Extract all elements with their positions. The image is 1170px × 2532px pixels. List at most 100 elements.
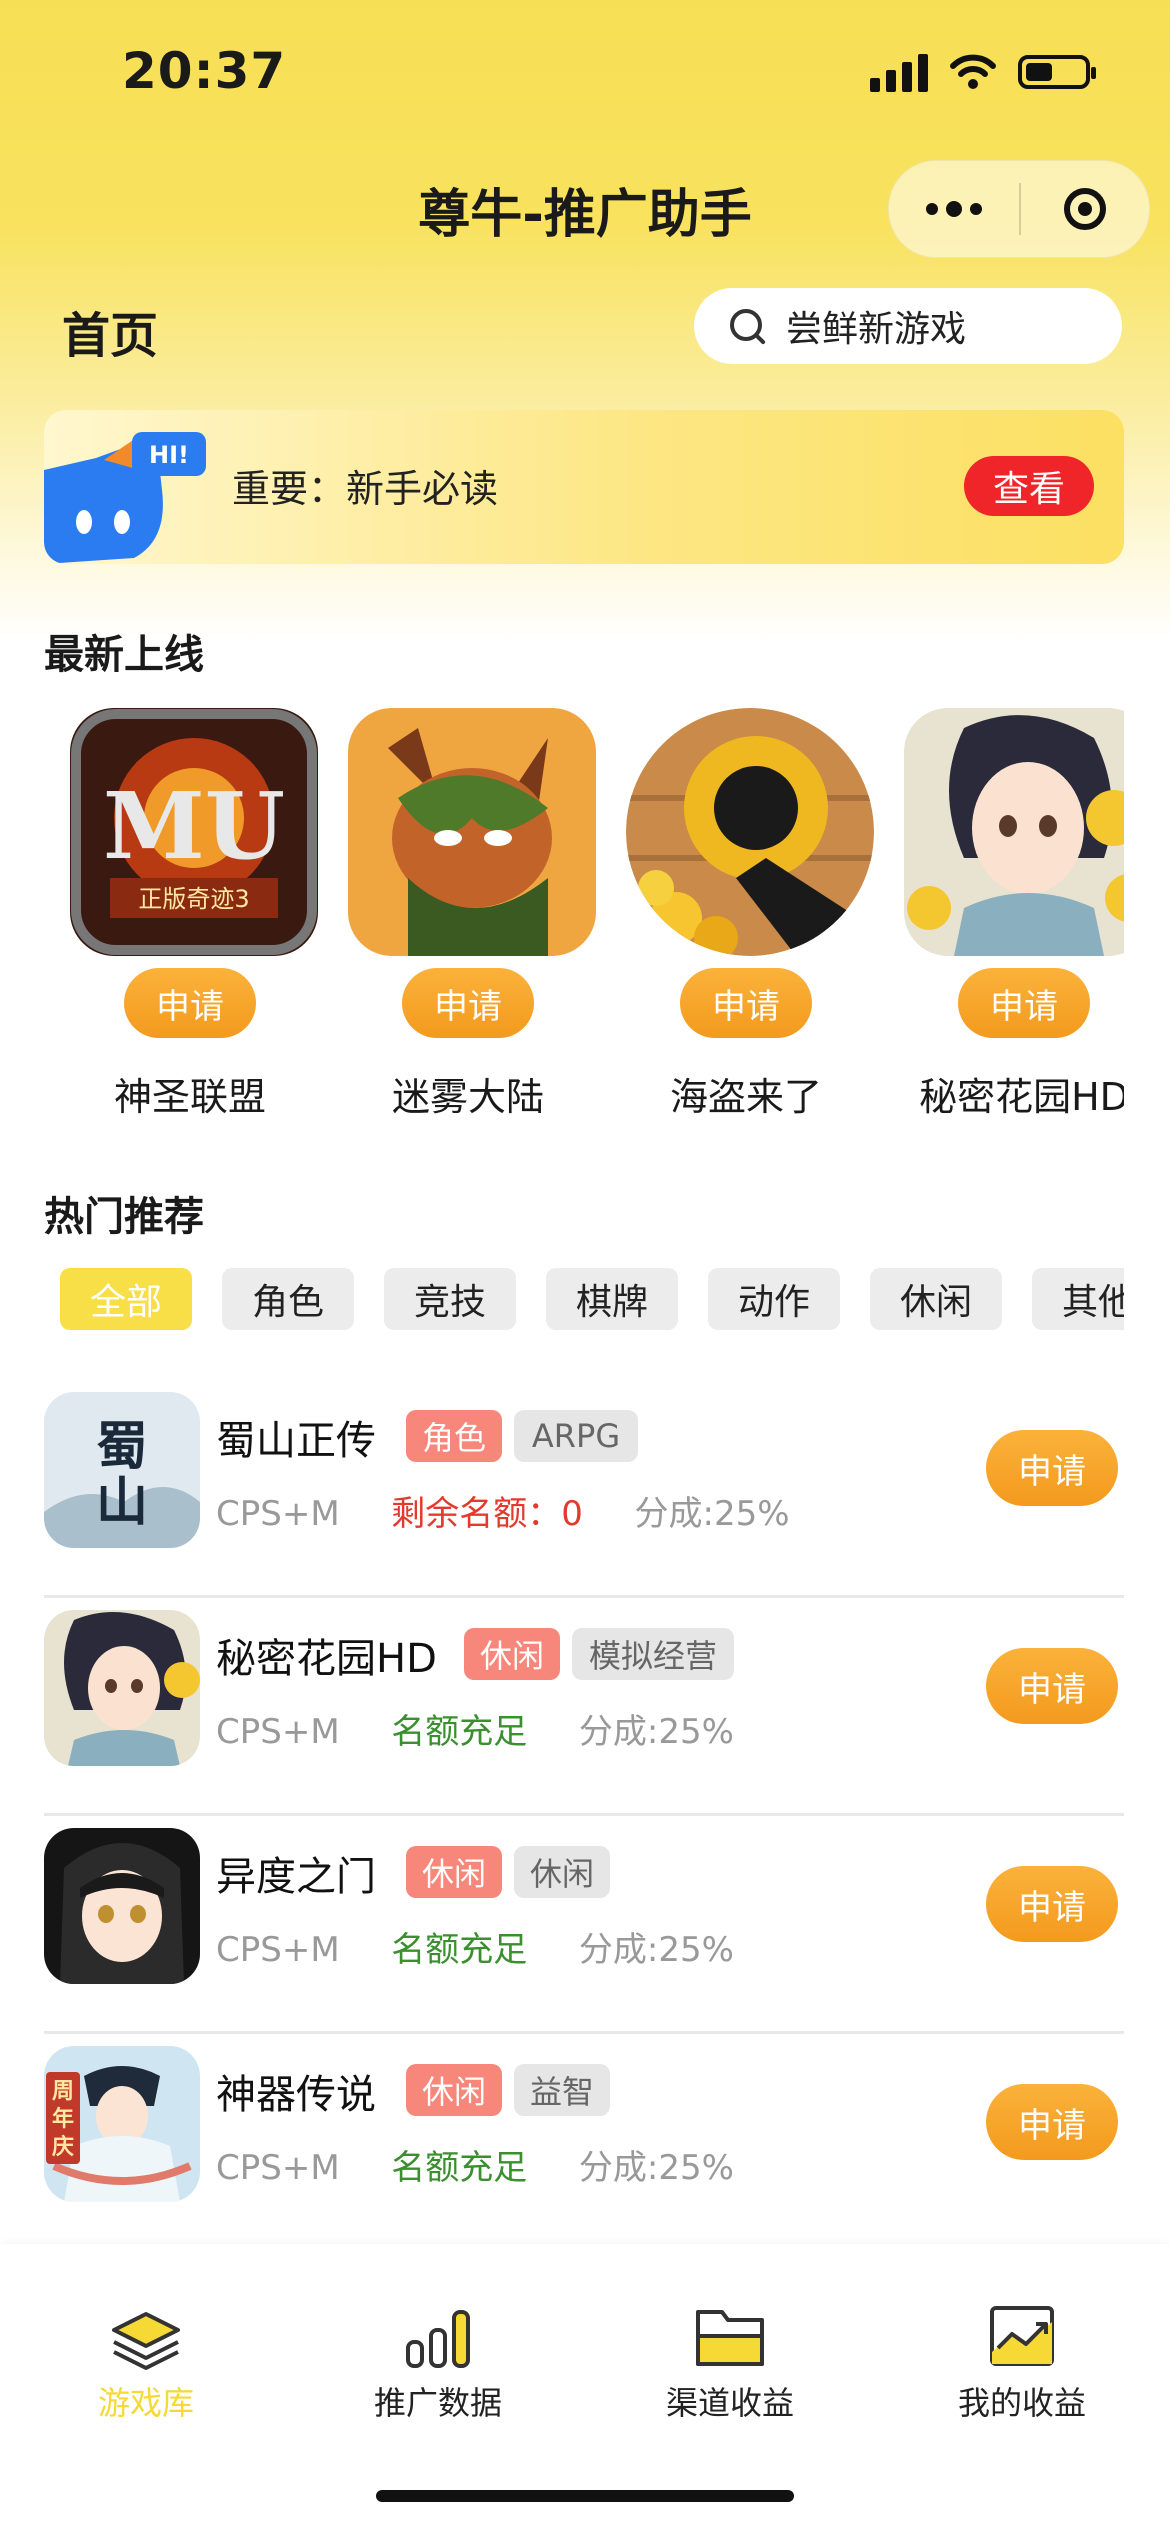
share-text: 分成:25% (578, 1712, 734, 1752)
category-tab-all[interactable]: 全部 (60, 1268, 192, 1330)
game-meta: CPS+M 名额充足 分成:25% (216, 1922, 734, 1971)
tab-label: 游戏库 (97, 2384, 194, 2422)
search-icon (730, 309, 764, 343)
garden-girl-icon (904, 708, 1124, 956)
quota-text: 名额充足 (391, 1712, 528, 1752)
game-name: 蜀山正传 (216, 1418, 376, 1464)
home-indicator[interactable] (376, 2490, 794, 2502)
view-notice-button[interactable]: 查看 (964, 456, 1094, 516)
battery-icon (1018, 55, 1096, 89)
game-row[interactable]: 蜀 山 蜀山正传 角色 ARPG CPS+M 剩余名额：0 分成:25% 申请 (44, 1380, 1124, 1598)
genre-tag: 休闲 (464, 1628, 560, 1680)
svg-text:庆: 庆 (52, 2134, 74, 2160)
subgenre-tag: 益智 (514, 2064, 610, 2116)
page-title: 首页 (62, 308, 159, 364)
model-text: CPS+M (216, 1494, 340, 1534)
close-miniprogram-button[interactable] (1021, 161, 1149, 257)
tab-label: 我的收益 (957, 2384, 1086, 2422)
status-time: 20:37 (122, 42, 287, 100)
svg-text:正版奇迹3: 正版奇迹3 (138, 885, 249, 913)
wifi-icon (950, 54, 996, 89)
share-text: 分成:25% (578, 2148, 734, 2188)
svg-text:蜀: 蜀 (96, 1416, 148, 1477)
quota-text: 名额充足 (391, 1930, 528, 1970)
game-meta: CPS+M 名额充足 分成:25% (216, 2140, 734, 2189)
share-text: 分成:25% (634, 1494, 790, 1534)
apply-button[interactable]: 申请 (958, 968, 1090, 1038)
game-name: 秘密花园HD (216, 1636, 437, 1682)
game-name: 神器传说 (216, 2072, 376, 2118)
category-tab-casual[interactable]: 休闲 (870, 1268, 1002, 1330)
apply-button[interactable]: 申请 (402, 968, 534, 1038)
game-name: 异度之门 (216, 1854, 376, 1900)
game-meta: CPS+M 剩余名额：0 分成:25% (216, 1486, 790, 1535)
miniprogram-capsule (888, 160, 1150, 258)
mascot-icon: HI! (44, 432, 206, 564)
category-tab-board[interactable]: 棋牌 (546, 1268, 678, 1330)
gate-girl-icon (44, 1828, 200, 1984)
game-row[interactable]: 异度之门 休闲 休闲 CPS+M 名额充足 分成:25% 申请 (44, 1816, 1124, 2034)
apply-button[interactable]: 申请 (124, 968, 256, 1038)
game-meta: CPS+M 名额充足 分成:25% (216, 1704, 734, 1753)
quota-text: 剩余名额：0 (391, 1494, 583, 1534)
category-tab-competitive[interactable]: 竞技 (384, 1268, 516, 1330)
layers-icon (112, 2312, 180, 2370)
tab-label: 渠道收益 (665, 2384, 794, 2422)
game-name: 神圣联盟 (113, 1075, 266, 1119)
tab-channel-revenue[interactable]: 渠道收益 (584, 2244, 876, 2444)
new-game-card[interactable]: 申请 秘密花园HD (878, 704, 1124, 1134)
pirate-cannon-icon (626, 708, 874, 956)
quota-text: 名额充足 (391, 2148, 528, 2188)
model-text: CPS+M (216, 2148, 340, 2188)
game-name: 秘密花园HD (919, 1075, 1124, 1119)
category-tab-role[interactable]: 角色 (222, 1268, 354, 1330)
apply-button[interactable]: 申请 (986, 1866, 1118, 1942)
new-games-carousel[interactable]: MU 正版奇迹3 申请 神圣联盟 申请 迷雾大陆 申请 海盗来了 申请 秘密花园… (44, 704, 1124, 1134)
svg-text:MU: MU (103, 772, 285, 880)
status-icons (870, 52, 1096, 92)
bottom-tab-bar: 游戏库 推广数据 渠道收益 我的收益 (0, 2244, 1170, 2532)
target-icon (1064, 188, 1106, 230)
shushan-game-icon: 蜀 山 (44, 1392, 200, 1548)
new-game-card[interactable]: 申请 迷雾大陆 (322, 704, 598, 1134)
genre-tag: 休闲 (406, 2064, 502, 2116)
apply-button[interactable]: 申请 (986, 2084, 1118, 2160)
category-tab-other[interactable]: 其他 (1032, 1268, 1124, 1330)
tab-label: 推广数据 (373, 2384, 502, 2422)
tab-my-revenue[interactable]: 我的收益 (876, 2244, 1168, 2444)
fox-warrior-icon (348, 708, 596, 956)
model-text: CPS+M (216, 1930, 340, 1970)
model-text: CPS+M (216, 1712, 340, 1752)
new-game-card[interactable]: MU 正版奇迹3 申请 神圣联盟 (44, 704, 320, 1134)
subgenre-tag: ARPG (514, 1410, 638, 1462)
new-games-title: 最新上线 (44, 632, 204, 678)
apply-button[interactable]: 申请 (680, 968, 812, 1038)
notice-text: 重要：新手必读 (232, 467, 499, 511)
tab-game-library[interactable]: 游戏库 (0, 2244, 292, 2444)
game-row[interactable]: 秘密花园HD 休闲 模拟经营 CPS+M 名额充足 分成:25% 申请 (44, 1598, 1124, 1816)
svg-text:年: 年 (52, 2106, 74, 2132)
game-name: 迷雾大陆 (391, 1075, 544, 1119)
game-row[interactable]: 周 年 庆 神器传说 休闲 益智 CPS+M 名额充足 分成:25% 申请 (44, 2034, 1124, 2252)
apply-button[interactable]: 申请 (986, 1648, 1118, 1724)
tab-promo-data[interactable]: 推广数据 (292, 2244, 584, 2444)
search-placeholder: 尝鲜新游戏 (786, 309, 967, 350)
more-menu-button[interactable] (889, 161, 1019, 257)
search-input[interactable]: 尝鲜新游戏 (694, 288, 1122, 364)
share-text: 分成:25% (578, 1930, 734, 1970)
new-game-card[interactable]: 申请 海盗来了 (600, 704, 876, 1134)
folder-icon (696, 2310, 764, 2366)
category-tab-action[interactable]: 动作 (708, 1268, 840, 1330)
category-tabs[interactable]: 全部 角色 竞技 棋牌 动作 休闲 其他 (44, 1268, 1124, 1334)
svg-text:山: 山 (96, 1472, 148, 1533)
bar-chart-icon (406, 2310, 470, 2368)
game-name: 海盗来了 (669, 1075, 822, 1119)
genre-tag: 角色 (406, 1410, 502, 1462)
subgenre-tag: 模拟经营 (572, 1628, 734, 1680)
svg-text:周: 周 (52, 2079, 74, 2104)
garden-girl-icon (44, 1610, 200, 1766)
notice-banner[interactable]: HI! 重要：新手必读 查看 (44, 410, 1124, 564)
subgenre-tag: 休闲 (514, 1846, 610, 1898)
apply-button[interactable]: 申请 (986, 1430, 1118, 1506)
mu-game-icon: MU 正版奇迹3 (70, 708, 318, 956)
